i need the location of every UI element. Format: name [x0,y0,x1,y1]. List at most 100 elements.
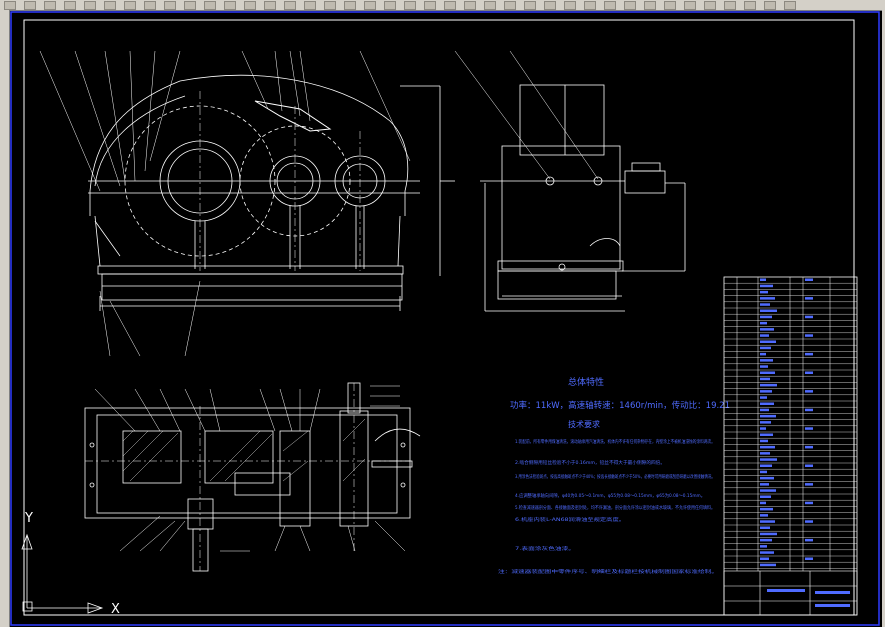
parts-cell-mark [760,489,776,492]
parts-cell-mark [760,501,766,505]
parts-cell-mark [760,346,771,350]
parts-cell-mark [805,464,813,467]
toolbar-button[interactable] [764,1,776,10]
toolbar-button[interactable] [244,1,256,10]
parts-cell-mark [760,284,773,288]
toolbar-button[interactable] [504,1,516,10]
toolbar-button[interactable] [704,1,716,10]
toolbar-button[interactable] [544,1,556,10]
toolbar-button[interactable] [784,1,796,10]
toolbar-button[interactable] [564,1,576,10]
parts-cell-mark [760,396,767,399]
toolbar-button[interactable] [4,1,16,10]
toolbar-button[interactable] [84,1,96,10]
toolbar-button[interactable] [524,1,536,10]
parts-cell-mark [760,290,768,294]
parts-cell-mark [760,452,770,455]
tech-title: 技术要求 [568,419,600,429]
toolbar-button[interactable] [304,1,316,10]
top-view [84,382,421,572]
parts-cell-mark [760,352,766,356]
parts-cell-mark [805,297,813,300]
toolbar-button[interactable] [224,1,236,10]
toolbar-button[interactable] [284,1,296,10]
parts-cell-mark [760,464,772,467]
parts-cell-mark [760,359,773,362]
parts-cell-mark [805,278,813,281]
parts-cell-mark [760,377,770,381]
requirement-4: 4.应调整轴承轴向间隙，φ40为0.05～0.1mm，φ55为0.08～0.15… [515,492,705,499]
parts-cell-mark [760,551,774,554]
parts-cell-mark [805,501,813,505]
toolbar-button[interactable] [24,1,36,10]
toolbar-button[interactable] [104,1,116,10]
toolbar-button[interactable] [624,1,636,10]
parts-cell-mark [760,470,767,474]
requirement-5: 5.检查减速器剖分面、各接触面及密封处，均不许漏油，剖分面允许涂以密封油或水玻璃… [515,504,715,511]
parts-cell-mark [760,334,769,337]
toolbar-button[interactable] [44,1,56,10]
parts-cell-mark [760,414,776,418]
toolbar-button[interactable] [184,1,196,10]
front-view-leaders [39,50,411,357]
outer-border [10,11,880,626]
parts-cell-mark [805,538,813,542]
parts-cell-mark [760,383,777,387]
parts-cell-mark [805,334,813,337]
toolbar-button[interactable] [164,1,176,10]
parts-cell-mark [805,315,813,319]
toolbar-button[interactable] [324,1,336,10]
requirement-6: 6.机座内装L-AN68润滑油至规定高度。 [515,516,625,523]
requirement-1: 1.装配前，所有零件用煤油清洗，滚动轴承用汽油清洗，机体内不许有任何杂物存在，内… [515,438,715,445]
toolbar-button[interactable] [584,1,596,10]
ucs-y-label: Y [24,511,33,526]
parts-cell-mark [760,297,775,300]
toolbar-button[interactable] [364,1,376,10]
toolbar-button[interactable] [444,1,456,10]
parts-cell-mark [760,278,766,281]
parts-cell-mark [760,427,766,430]
parts-cell-mark [760,303,770,306]
params-line: 功率：11kW，高速轴转速：1460r/min，传动比：19.21 [510,400,730,411]
parts-cell-mark [805,557,813,560]
toolbar-button[interactable] [124,1,136,10]
parts-cell-mark [805,445,813,449]
toolbar-button[interactable] [684,1,696,10]
toolbar-button[interactable] [744,1,756,10]
toolbar-button[interactable] [344,1,356,10]
toolbar-button[interactable] [384,1,396,10]
drawing-canvas[interactable]: 总体特性 功率：11kW，高速轴转速：1460r/min，传动比：19.21 技… [10,11,882,627]
requirement-2: 2.啮合侧隙用铅丝检验不小于0.16mm，铅丝不得大于最小侧隙的四倍。 [515,459,665,466]
toolbar-button[interactable] [264,1,276,10]
toolbar-button[interactable] [424,1,436,10]
parts-cell-mark [805,390,813,393]
toolbar [0,0,885,11]
toolbar-button[interactable] [204,1,216,10]
drawing-note: 注：减速器装配图中零件序号、明细栏及标题栏按机械制图国家标准绘制。 [498,568,718,575]
parts-cell-mark [760,495,771,498]
parts-cell-mark [760,408,769,412]
parts-cell-mark [760,507,773,511]
toolbar-button[interactable] [664,1,676,10]
parts-cell-mark [760,514,768,517]
parts-cell-mark [760,402,774,405]
left-panel-edge [0,10,10,627]
toolbar-button[interactable] [64,1,76,10]
parts-cell-mark [760,371,775,374]
toolbar-button[interactable] [464,1,476,10]
parts-cell-mark [805,408,813,412]
toolbar-button[interactable] [144,1,156,10]
ucs-icon: Y X [21,511,120,617]
technical-text: 总体特性 功率：11kW，高速轴转速：1460r/min，传动比：19.21 技… [498,376,730,575]
parts-cell-mark [805,352,813,356]
parts-cell-mark [805,371,813,374]
parts-cell-mark [760,458,777,461]
toolbar-button[interactable] [724,1,736,10]
toolbar-button[interactable] [484,1,496,10]
parts-cell-mark [805,520,813,523]
toolbar-button[interactable] [644,1,656,10]
requirement-7: 7.表面涂灰色油漆。 [515,545,575,552]
parts-cell-mark [760,483,769,486]
toolbar-button[interactable] [604,1,616,10]
toolbar-button[interactable] [404,1,416,10]
